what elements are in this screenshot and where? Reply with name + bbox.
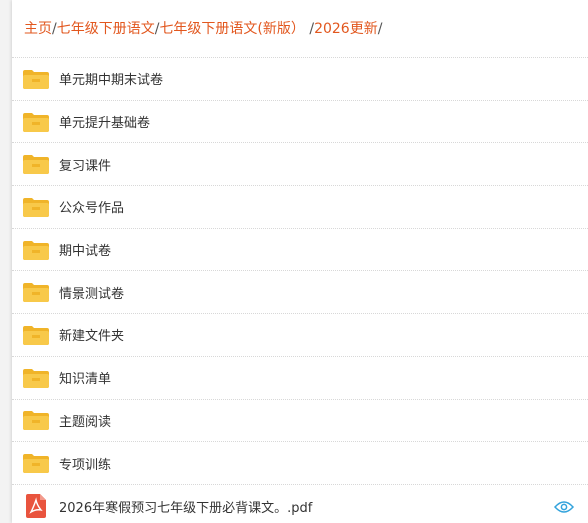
folder-icon <box>23 112 49 132</box>
folder-row[interactable]: 公众号作品 <box>12 186 588 229</box>
breadcrumb-link-2026-update[interactable]: 2026更新 <box>314 21 378 37</box>
folder-row[interactable]: 新建文件夹 <box>12 314 588 357</box>
folder-label: 情景测试卷 <box>59 286 125 302</box>
folder-label: 主题阅读 <box>59 414 112 430</box>
folder-row[interactable]: 专项训练 <box>12 442 588 485</box>
eye-icon[interactable] <box>553 499 575 513</box>
folder-row[interactable]: 单元期中期末试卷 <box>12 58 588 101</box>
file-row[interactable]: 2026年寒假预习七年级下册必背课文。.pdf <box>12 485 588 523</box>
folder-icon <box>23 453 49 474</box>
folder-row[interactable]: 知识清单 <box>12 357 588 400</box>
folder-icon <box>23 410 49 431</box>
folder-label: 新建文件夹 <box>59 329 125 345</box>
breadcrumb-link-home[interactable]: 主页 <box>24 21 52 37</box>
breadcrumb-separator: / <box>304 21 315 37</box>
breadcrumb-separator: / <box>377 21 383 37</box>
breadcrumb: 主页/七年级下册语文/七年级下册语文(新版） /2026更新/ <box>12 0 588 58</box>
folder-label: 期中试卷 <box>59 244 112 260</box>
folder-icon <box>23 240 49 260</box>
folder-icon <box>23 197 49 217</box>
folder-icon <box>23 282 49 303</box>
folder-icon <box>23 154 49 175</box>
folder-icon <box>23 69 49 89</box>
folder-label: 复习课件 <box>59 158 112 174</box>
breadcrumb-link-new-edition[interactable]: 七年级下册语文(新版） <box>159 21 304 37</box>
folder-row[interactable]: 主题阅读 <box>12 400 588 443</box>
folder-row[interactable]: 复习课件 <box>12 143 588 187</box>
folder-label: 专项训练 <box>59 457 112 473</box>
folder-row[interactable]: 情景测试卷 <box>12 271 588 315</box>
folder-row[interactable]: 单元提升基础卷 <box>12 101 588 144</box>
folder-label: 单元提升基础卷 <box>59 116 151 132</box>
folder-row[interactable]: 期中试卷 <box>12 229 588 272</box>
breadcrumb-link-grade7-chinese[interactable]: 七年级下册语文 <box>57 21 155 37</box>
folder-label: 知识清单 <box>59 372 112 388</box>
file-browser-panel: 主页/七年级下册语文/七年级下册语文(新版） /2026更新/ 单元期中期末试卷… <box>12 0 588 523</box>
file-list: 单元期中期末试卷 单元提升基础卷 复习课件 公众号作品 期中试卷 情景测试卷 新… <box>12 58 588 523</box>
file-label: 2026年寒假预习七年级下册必背课文。.pdf <box>59 500 313 516</box>
pdf-icon <box>23 494 49 519</box>
folder-label: 公众号作品 <box>59 201 125 217</box>
folder-label: 单元期中期末试卷 <box>59 73 164 89</box>
folder-icon <box>23 368 49 388</box>
folder-icon <box>23 325 49 345</box>
